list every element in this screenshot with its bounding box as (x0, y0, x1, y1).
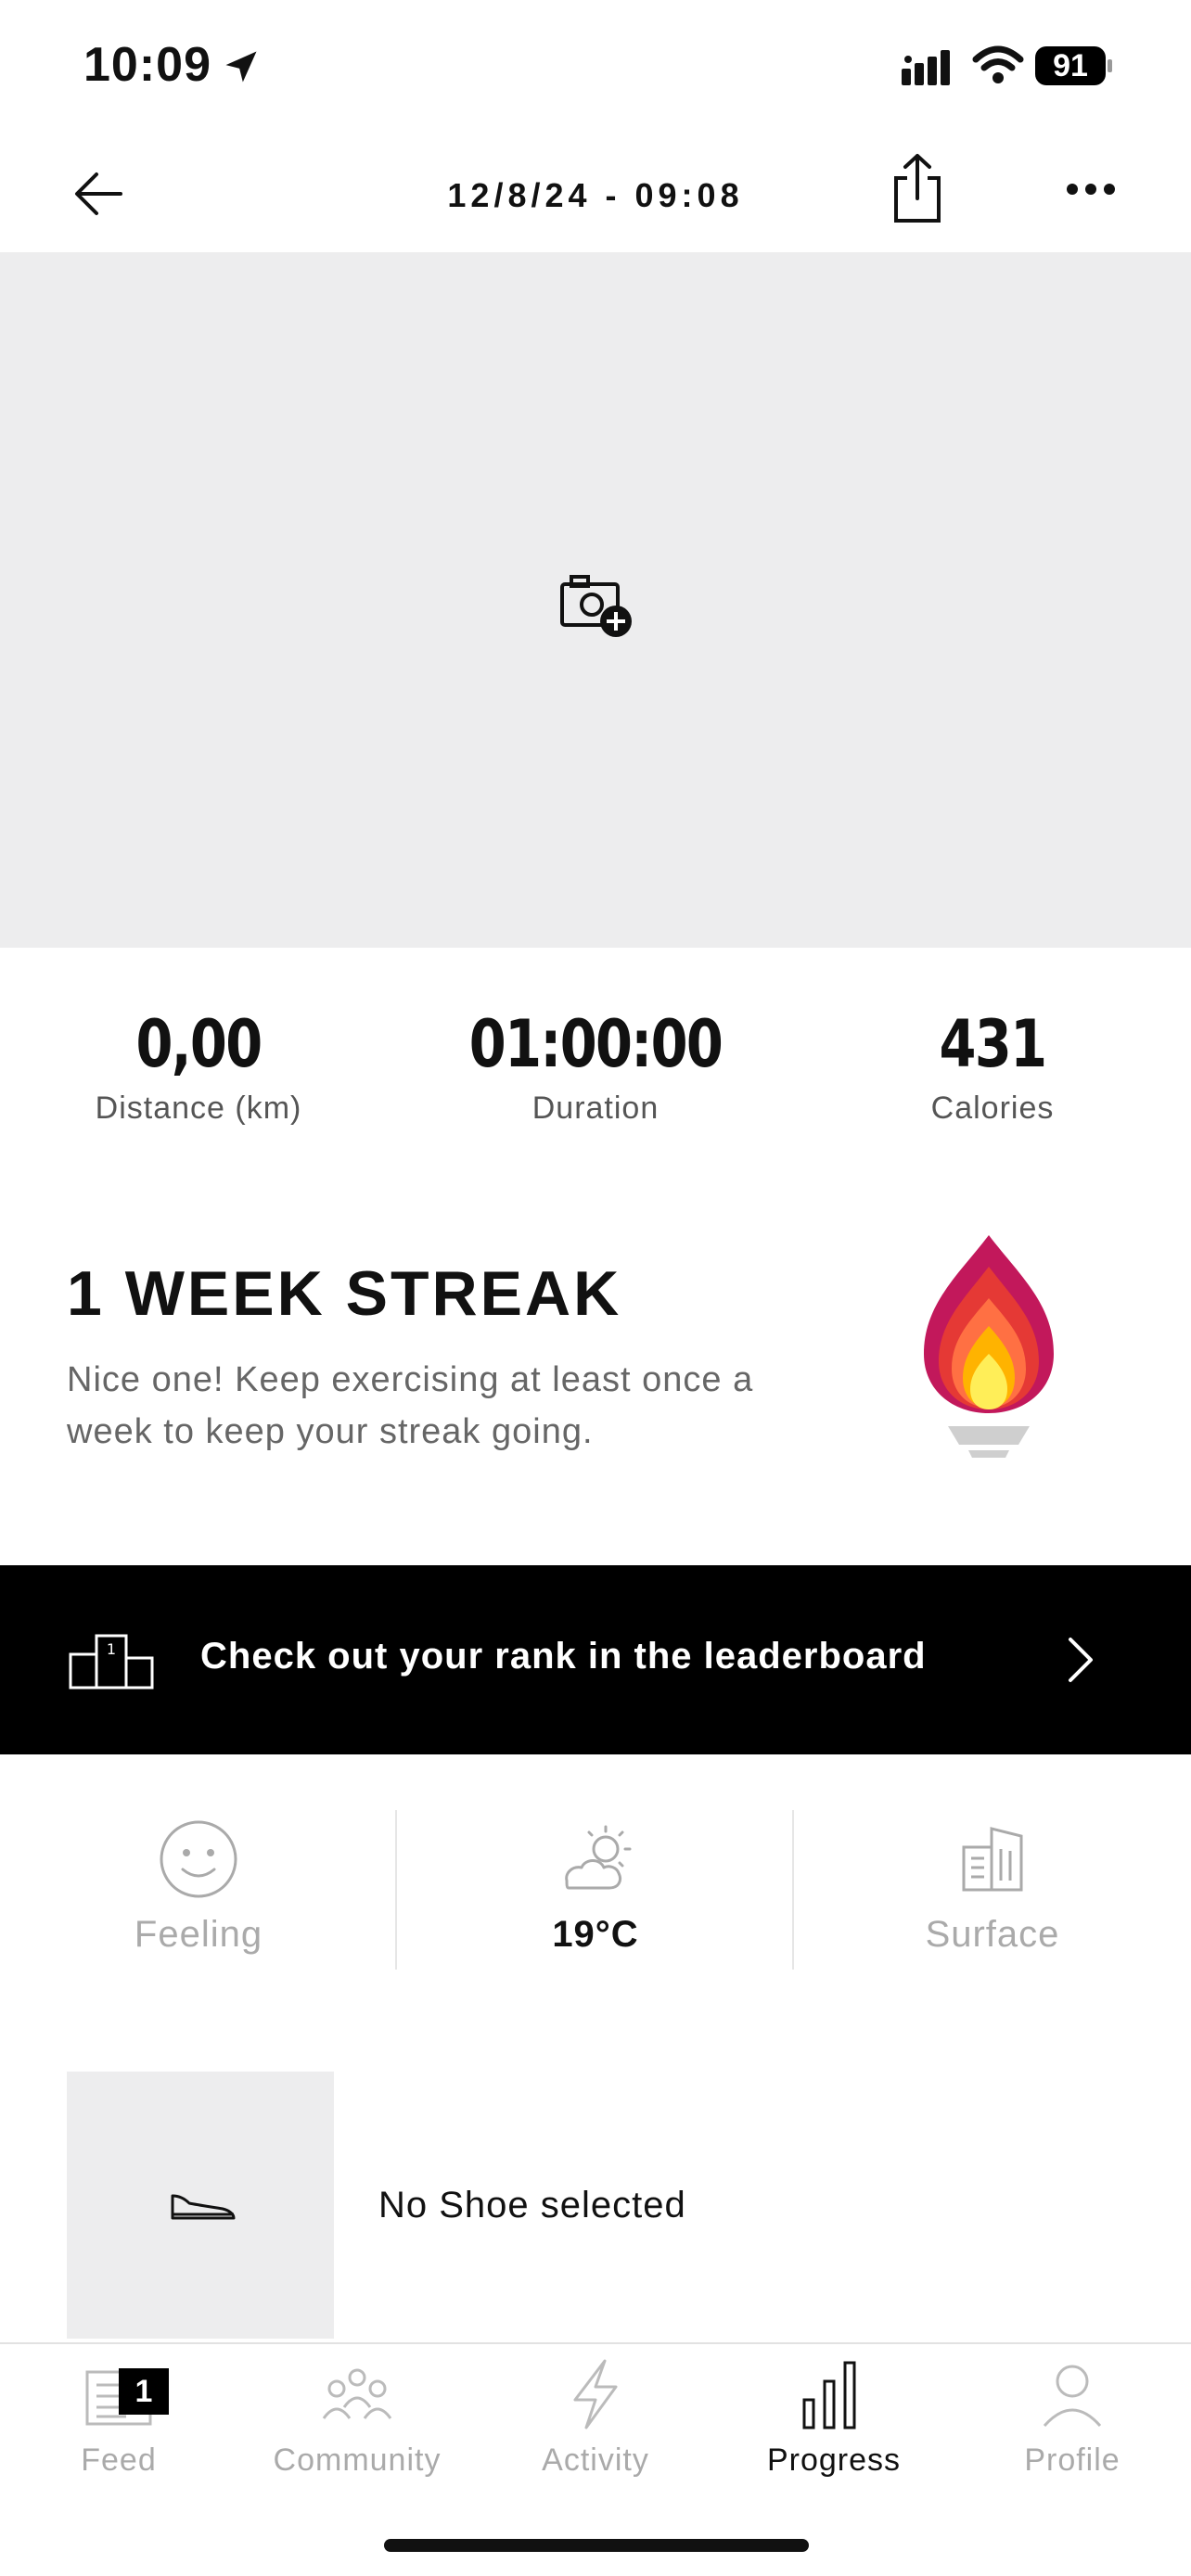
battery-icon: 91 (1035, 46, 1113, 85)
stat-calories: 431 Calories (798, 1001, 1187, 1127)
feed-badge: 1 (119, 2368, 169, 2415)
podium-icon: 1 (69, 1634, 154, 1690)
weather-selector[interactable]: 19°C (397, 1810, 794, 1977)
location-arrow-icon (225, 51, 257, 83)
photo-area[interactable] (0, 252, 1191, 948)
tab-label: Community (273, 2442, 442, 2478)
stat-label: Distance (km) (95, 1090, 302, 1126)
streak-title: 1 WEEK STREAK (67, 1258, 622, 1329)
community-icon (322, 2368, 392, 2419)
status-bar: 10:09 91 (0, 0, 1191, 130)
stat-label: Calories (930, 1090, 1055, 1126)
buildings-icon (962, 1827, 1023, 1892)
streak-description: Nice one! Keep exercising at least once … (67, 1360, 754, 1451)
partly-cloudy-icon (565, 1825, 632, 1890)
battery-level: 91 (1035, 46, 1106, 85)
leaderboard-label: Check out your rank in the leaderboard (200, 1636, 927, 1677)
person-icon (1043, 2365, 1102, 2427)
feeling-selector[interactable]: Feeling (0, 1810, 397, 1977)
add-photo-icon[interactable] (558, 571, 638, 644)
tab-label: Feed (81, 2442, 157, 2478)
leaderboard-banner[interactable]: 1 Check out your rank in the leaderboard (0, 1565, 1191, 1754)
header: 12/8/24 - 09:08 (0, 139, 1191, 252)
weather-label: 19°C (552, 1914, 639, 1955)
shoe-thumbnail[interactable] (67, 2072, 334, 2339)
tab-community[interactable]: Community (238, 2357, 476, 2479)
surface-label: Surface (925, 1914, 1060, 1955)
tab-label: Progress (766, 2442, 902, 2478)
tab-label: Profile (1024, 2442, 1121, 2478)
wifi-icon (972, 45, 1024, 83)
home-indicator[interactable] (384, 2539, 809, 2552)
tab-profile[interactable]: Profile (954, 2357, 1191, 2479)
surface-selector[interactable]: Surface (794, 1810, 1191, 1977)
conditions-row: Feeling 19°C Surface (0, 1810, 1191, 1977)
streak-section: 1 WEEK STREAK Nice one! Keep exercising … (0, 1224, 1191, 1502)
page-title: 12/8/24 - 09:08 (447, 176, 744, 214)
tab-progress[interactable]: Progress (715, 2357, 953, 2479)
stat-label: Duration (531, 1090, 660, 1126)
stat-value: 0,00 (135, 1006, 263, 1082)
share-icon[interactable] (885, 152, 950, 226)
workout-stats: 0,00 Distance (km) 01:00:00 Duration 431… (0, 1001, 1191, 1150)
tab-feed[interactable]: 1 Feed (0, 2357, 237, 2479)
stat-distance: 0,00 Distance (km) (4, 1001, 393, 1127)
feeling-label: Feeling (134, 1914, 263, 1955)
torch-flame-icon (924, 1235, 1054, 1458)
bar-chart-icon (802, 2361, 856, 2429)
chevron-right-icon (1069, 1638, 1093, 1682)
more-icon[interactable] (1063, 171, 1119, 208)
svg-text:1: 1 (107, 1640, 116, 1658)
stat-value: 431 (939, 1006, 1048, 1082)
stat-duration: 01:00:00 Duration (401, 1001, 790, 1127)
shoe-icon (171, 2194, 236, 2220)
status-time: 10:09 (83, 38, 211, 92)
shoe-label[interactable]: No Shoe selected (378, 2185, 686, 2226)
stat-value: 01:00:00 (468, 1006, 724, 1082)
smiley-icon (160, 1820, 237, 1898)
cellular-signal-icon (902, 50, 950, 85)
tab-label: Activity (542, 2442, 649, 2478)
tab-activity[interactable]: Activity (477, 2357, 714, 2479)
lightning-icon (573, 2359, 618, 2429)
